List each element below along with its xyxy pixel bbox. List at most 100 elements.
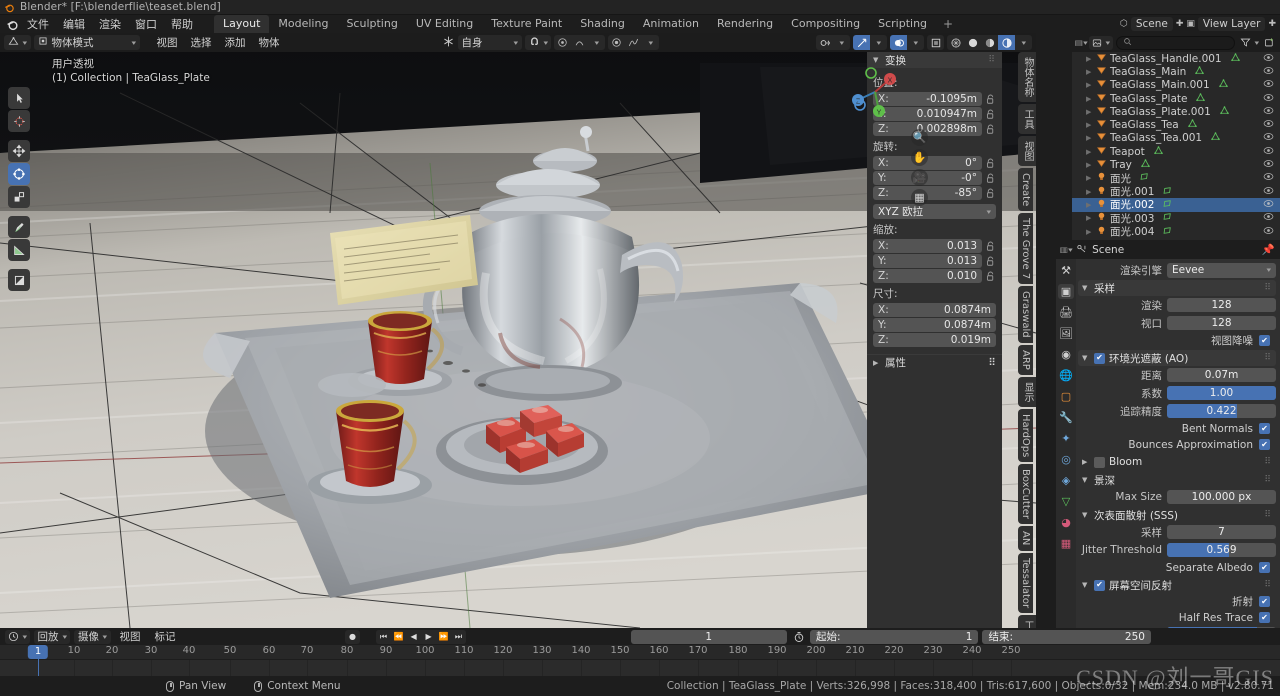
properties-editor[interactable]: ▥▾ Scene 📌 ⚒▣🖨🖼◉🌐▢🔧✦◎◈▽◕▦ 渲染引擎 Eevee ▾ ▼… — [1056, 240, 1280, 628]
sss-panel-header[interactable]: ▼ 次表面散射 (SSS) ⠿ — [1078, 507, 1276, 523]
expand-triangle-icon[interactable]: ▶ — [1086, 214, 1093, 222]
object-tab[interactable]: ▢ — [1058, 389, 1074, 404]
expand-triangle-icon[interactable]: ▶ — [1086, 148, 1093, 156]
render-engine-selector[interactable]: Eevee ▾ — [1167, 263, 1276, 278]
expand-triangle-icon[interactable]: ▶ — [1086, 55, 1093, 63]
sampling-render-row[interactable]: 渲染 128 — [1078, 297, 1276, 313]
xray-icon[interactable] — [927, 35, 944, 50]
ssr-enable-checkbox[interactable]: ✔ — [1094, 580, 1105, 591]
chevron-down-icon-6[interactable]: ▾ — [1015, 35, 1032, 50]
render-engine-row[interactable]: 渲染引擎 Eevee ▾ — [1078, 262, 1276, 278]
viewport-menu-select[interactable]: 选择 — [186, 35, 217, 50]
lock-open-icon-6[interactable] — [985, 187, 996, 200]
outliner-search-input[interactable] — [1116, 36, 1236, 50]
play-reverse-icon[interactable]: ◀ — [406, 630, 421, 644]
scene-tab[interactable]: ◉ — [1058, 347, 1074, 362]
dimension-y-row[interactable]: Y: 0.0874m — [873, 318, 996, 332]
ao-bounces-checkbox[interactable]: ✔ — [1259, 439, 1270, 450]
viewport-menu-view[interactable]: 视图 — [152, 35, 183, 50]
outliner-row-10[interactable]: ▶面光.001 — [1072, 185, 1280, 198]
expand-triangle-icon[interactable]: ▶ — [1086, 95, 1093, 103]
expand-triangle-icon[interactable]: ▶ — [1086, 161, 1093, 169]
visibility-eye-icon[interactable] — [1263, 159, 1274, 171]
tab-shading[interactable]: Shading — [571, 15, 634, 33]
mesh-data-icon[interactable] — [1187, 118, 1198, 132]
visibility-eye-icon[interactable] — [1263, 172, 1274, 184]
prev-keyframe-icon[interactable]: ⏪ — [391, 630, 406, 644]
editor-type-icon-properties[interactable]: ▥▾ — [1059, 246, 1072, 254]
ao-factor-slider[interactable]: 1.00 — [1167, 386, 1276, 400]
lock-open-icon-4[interactable] — [985, 157, 996, 170]
pan-hand-icon[interactable]: ✋ — [911, 149, 928, 166]
visibility-eye-icon[interactable] — [1263, 132, 1274, 144]
expand-triangle-icon[interactable]: ▶ — [1086, 108, 1093, 116]
sidebar-tab-object-names[interactable]: 物体名称 — [1018, 52, 1036, 102]
scale-y-field[interactable]: Y: 0.013 — [873, 254, 982, 268]
tab-animation[interactable]: Animation — [634, 15, 708, 33]
jump-end-icon[interactable]: ⏭ — [451, 630, 466, 644]
dimension-z-field[interactable]: Z: 0.019m — [873, 333, 996, 347]
proportional-edit-icon[interactable] — [554, 35, 571, 50]
rotation-mode-selector[interactable]: XYZ 欧拉 ▾ — [873, 204, 996, 219]
outliner-row-2[interactable]: ▶TeaGlass_Main.001 — [1072, 79, 1280, 92]
sampling-denoise-row[interactable]: 视图降噪 ✔ — [1078, 333, 1276, 348]
timeline-menu-marker[interactable]: 标记 — [150, 629, 181, 644]
timeline-menu-keying[interactable]: 摄像 ▾ — [74, 630, 111, 644]
blender-menu-icon[interactable] — [4, 17, 20, 32]
dof-panel-header[interactable]: ▼ 景深 ⠿ — [1078, 472, 1276, 488]
lock-open-icon-9[interactable] — [985, 270, 996, 283]
chevron-down-icon-filter[interactable]: ▾ — [1255, 39, 1260, 47]
light-data-icon[interactable] — [1162, 225, 1173, 239]
jump-start-icon[interactable]: ⏮ — [376, 630, 391, 644]
current-frame-field[interactable]: 1 — [631, 630, 787, 644]
bloom-panel-header[interactable]: ▶ Bloom ⠿ — [1078, 454, 1276, 470]
tab-rendering[interactable]: Rendering — [708, 15, 782, 33]
visibility-eye-icon[interactable] — [1263, 146, 1274, 158]
rotation-z-row[interactable]: Z: -85° — [873, 186, 996, 200]
scale-z-field[interactable]: Z: 0.010 — [873, 269, 982, 283]
timeline-playhead-label[interactable]: 1 — [28, 645, 48, 659]
ao-trace-row[interactable]: 追踪精度 0.422 — [1078, 403, 1276, 419]
proportional-edit-group[interactable]: ▾ — [554, 35, 605, 50]
sss-jitter-row[interactable]: Jitter Threshold 0.569 — [1078, 542, 1276, 558]
pin-icon[interactable]: 📌 — [1262, 243, 1275, 256]
lock-open-icon-5[interactable] — [985, 172, 996, 185]
tab-scripting[interactable]: Scripting — [869, 15, 936, 33]
sidebar-tab-tool[interactable]: 工具 — [1018, 104, 1036, 134]
outliner-row-9[interactable]: ▶面光 — [1072, 172, 1280, 185]
sidebar-tab-view[interactable]: 视图 — [1018, 136, 1036, 166]
ao-distance-row[interactable]: 距离 0.07m — [1078, 367, 1276, 383]
ao-trace-slider[interactable]: 0.422 — [1167, 404, 1276, 418]
shading-modes-group[interactable]: ▾ — [947, 35, 1032, 50]
dof-maxsize-field[interactable]: 100.000 px — [1167, 490, 1276, 504]
tab-modeling[interactable]: Modeling — [269, 15, 337, 33]
menu-file[interactable]: 文件 — [20, 14, 56, 34]
new-collection-icon[interactable] — [1262, 35, 1276, 50]
move-tool[interactable] — [8, 140, 30, 162]
expand-triangle-icon[interactable]: ▶ — [1086, 188, 1093, 196]
menu-edit[interactable]: 编辑 — [56, 14, 92, 34]
sss-jitter-slider[interactable]: 0.569 — [1167, 543, 1276, 557]
expand-triangle-icon[interactable]: ▶ — [1086, 121, 1093, 129]
rotation-x-row[interactable]: X: 0° — [873, 156, 996, 170]
scale-x-row[interactable]: X: 0.013 — [873, 239, 996, 253]
scale-y-row[interactable]: Y: 0.013 — [873, 254, 996, 268]
mesh-data-icon[interactable] — [1218, 78, 1229, 92]
dimension-z-row[interactable]: Z: 0.019m — [873, 333, 996, 347]
play-icon[interactable]: ▶ — [421, 630, 436, 644]
shading-wireframe-icon[interactable] — [947, 35, 964, 50]
ao-bent-normals-row[interactable]: Bent Normals ✔ — [1078, 421, 1276, 436]
outliner-row-3[interactable]: ▶TeaGlass_Plate — [1072, 92, 1280, 105]
sss-samples-row[interactable]: 采样 7 — [1078, 524, 1276, 540]
visibility-eye-icon[interactable] — [1263, 119, 1274, 131]
expand-triangle-icon[interactable]: ▶ — [1086, 134, 1093, 142]
mesh-data-icon[interactable] — [1210, 131, 1221, 145]
visibility-eye-icon[interactable] — [1263, 226, 1274, 238]
expand-triangle-icon[interactable]: ▶ — [1086, 228, 1093, 236]
sss-separate-albedo-checkbox[interactable]: ✔ — [1259, 562, 1270, 573]
world-tab[interactable]: 🌐 — [1058, 368, 1074, 383]
pivot-icon[interactable] — [608, 35, 625, 50]
outliner-editor[interactable]: ▤▾ ▾ ▾ ▶TeaGlass_Handle.001▶TeaGlass_Mai… — [1072, 33, 1280, 240]
expand-triangle-icon[interactable]: ▶ — [1086, 174, 1093, 182]
visibility-eye-icon[interactable] — [1263, 66, 1274, 78]
